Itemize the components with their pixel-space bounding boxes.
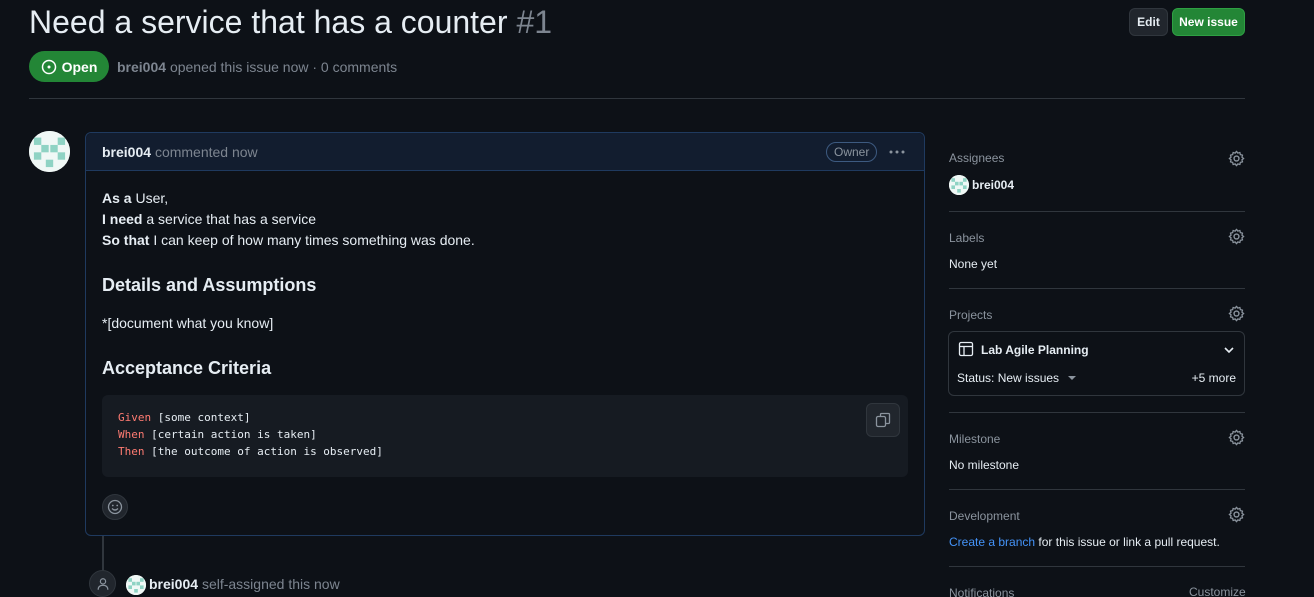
- issue-author-link[interactable]: brei004: [117, 59, 166, 75]
- identicon: [29, 131, 70, 172]
- labels-value: None yet: [949, 257, 998, 271]
- chevron-down-icon[interactable]: [1223, 344, 1235, 356]
- gear-icon[interactable]: [1228, 150, 1245, 167]
- comment-header: brei004 commented now Owner: [86, 133, 924, 171]
- edit-button[interactable]: Edit: [1129, 8, 1168, 36]
- comment-author-line: brei004 commented now: [102, 144, 258, 160]
- issue-number: #1: [516, 4, 553, 40]
- development-rest-text: for this issue or link a pull request.: [1035, 535, 1220, 549]
- copy-icon: [875, 412, 891, 428]
- project-more-link[interactable]: +5 more: [1192, 371, 1236, 385]
- timeline-event: self-assigned this now: [201, 576, 340, 592]
- project-status-value: Status: New issues: [957, 371, 1060, 385]
- kebab-horizontal-icon: [889, 150, 905, 154]
- issue-state-label: Open: [61, 58, 98, 75]
- issue-title-row: Need a service that has a counter #1: [29, 4, 552, 41]
- code-line: Given [some context]: [118, 411, 250, 424]
- issue-comment: brei004 commented now Owner As a User, I…: [85, 132, 925, 536]
- smiley-icon: [107, 499, 123, 515]
- identicon: [949, 175, 969, 195]
- person-icon: [97, 577, 108, 590]
- labels-label: Labels: [949, 231, 985, 245]
- issue-open-icon: [41, 59, 56, 74]
- comment-options-button[interactable]: [886, 142, 908, 162]
- notifications-label: Notifications: [949, 586, 1015, 597]
- issue-title: Need a service that has a counter: [29, 4, 508, 40]
- code-text: [some context]: [151, 411, 251, 424]
- story-benefit-label: So that: [102, 232, 150, 248]
- gear-icon[interactable]: [1228, 228, 1245, 245]
- milestone-label: Milestone: [949, 432, 1001, 446]
- sidebar-divider: [949, 288, 1245, 289]
- timeline-event-text: brei004 self-assigned this now: [149, 576, 340, 592]
- comment-action: commented now: [154, 144, 258, 160]
- project-card: Lab Agile Planning Status: New issues +5…: [948, 331, 1245, 396]
- avatar[interactable]: [126, 575, 146, 595]
- project-status-dropdown[interactable]: Status: New issues: [957, 371, 1077, 385]
- code-keyword: Given: [118, 411, 152, 424]
- gear-icon[interactable]: [1228, 305, 1245, 322]
- issue-meta-text: opened this issue now · 0 comments: [169, 59, 398, 75]
- story-line-1: As a User,: [102, 190, 168, 206]
- customize-notifications-link[interactable]: Customize: [1189, 585, 1246, 597]
- code-text: [certain action is taken]: [144, 428, 317, 441]
- story-role-label: As a: [102, 190, 132, 206]
- story-line-2: I need a service that has a service: [102, 211, 316, 227]
- sidebar-divider: [949, 566, 1245, 567]
- timeline-author-link[interactable]: brei004: [149, 576, 198, 592]
- details-text: *[document what you know]: [102, 315, 274, 331]
- code-line: Then [the outcome of action is observed]: [118, 445, 383, 458]
- code-keyword: Then: [118, 445, 145, 458]
- story-need-text: a service that has a service: [142, 211, 316, 227]
- timeline-event-badge: [89, 570, 116, 597]
- details-heading: Details and Assumptions: [102, 275, 317, 295]
- header-divider: [29, 98, 1245, 99]
- gear-icon[interactable]: [1228, 506, 1245, 523]
- issue-meta: brei004 opened this issue now · 0 commen…: [117, 59, 397, 75]
- story-line-3: So that I can keep of how many times som…: [102, 232, 475, 248]
- triangle-down-icon: [1068, 376, 1077, 380]
- sidebar-divider: [949, 211, 1245, 212]
- story-benefit-text: I can keep of how many times something w…: [149, 232, 475, 248]
- milestone-value: No milestone: [949, 458, 1020, 472]
- development-text: Create a branch for this issue or link a…: [949, 535, 1220, 549]
- add-reaction-button[interactable]: [102, 494, 128, 520]
- code-text: [the outcome of action is observed]: [144, 445, 383, 458]
- assignee-link[interactable]: brei004: [972, 178, 1014, 192]
- code-block: Given [some context] When [certain actio…: [102, 395, 908, 477]
- development-label: Development: [949, 509, 1020, 523]
- owner-badge: Owner: [826, 142, 878, 162]
- project-name-link[interactable]: Lab Agile Planning: [981, 343, 1089, 357]
- sidebar-divider: [949, 489, 1245, 490]
- code-line: When [certain action is taken]: [118, 428, 317, 441]
- projects-label: Projects: [949, 308, 993, 322]
- avatar[interactable]: [29, 131, 70, 172]
- identicon: [126, 575, 146, 595]
- comment-author-link[interactable]: brei004: [102, 144, 151, 160]
- code-keyword: When: [118, 428, 145, 441]
- create-branch-link[interactable]: Create a branch: [949, 535, 1035, 549]
- gear-icon[interactable]: [1228, 429, 1245, 446]
- acceptance-heading: Acceptance Criteria: [102, 358, 272, 378]
- assignees-label: Assignees: [949, 151, 1005, 165]
- story-need-label: I need: [102, 211, 143, 227]
- table-icon: [958, 341, 974, 357]
- sidebar-divider: [949, 412, 1245, 413]
- copy-button[interactable]: [866, 403, 900, 437]
- avatar[interactable]: [949, 175, 969, 195]
- new-issue-button[interactable]: New issue: [1172, 8, 1245, 36]
- issue-state-badge: Open: [29, 51, 109, 82]
- story-role-text: User,: [131, 190, 169, 206]
